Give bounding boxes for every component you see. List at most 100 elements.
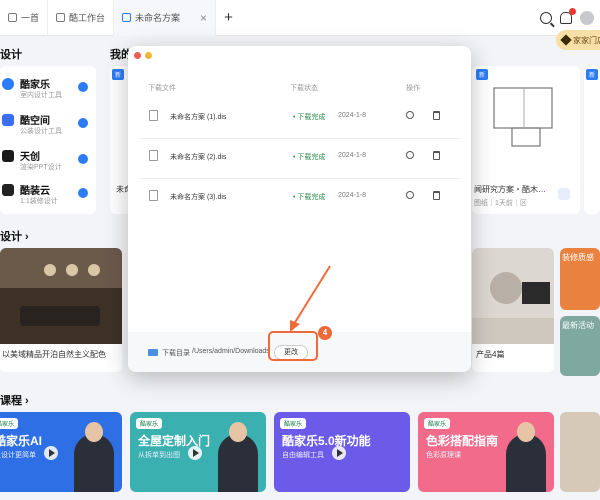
promo-card-top[interactable]: 装修质感 [560,248,600,310]
search-icon[interactable] [540,12,552,24]
window-close-button[interactable] [134,52,141,59]
file-name: 未命名方案 (1).dis [170,114,227,121]
column-header-file: 下载文件 [148,85,176,92]
tianchuang-logo-icon [2,150,14,162]
folder-icon [148,349,158,356]
tool-name: 酷家乐 [20,80,50,91]
course-title: 酷家乐AI [0,434,43,448]
kuzhuangyun-logo-icon [2,184,14,196]
inspiration-caption: 以美域精品开泊自然主义配色 [2,350,106,359]
download-time: 2024-1-8 [338,112,367,119]
download-time: 2024-1-8 [338,152,367,159]
download-status: • 下载完成 [293,114,326,121]
trash-icon[interactable] [433,111,440,120]
course-card-3[interactable]: 酷家乐 酷家乐5.0新功能 自由编辑工具 [274,412,410,492]
file-name: 未命名方案 (2).dis [170,154,227,161]
floorplan-thumbnail [493,87,553,147]
inspiration-card-living-room[interactable]: 以美域精品开泊自然主义配色 [0,248,122,372]
tab-label: 未命名方案 [135,13,181,23]
course-title: 酷家乐5.0新功能 [282,434,371,448]
document-icon [122,13,132,22]
column-header-action: 操作 [406,85,420,92]
design-card-meta: 图纸｜1天前｜区 [474,200,527,207]
trash-icon[interactable] [433,191,440,200]
tool-item-tianchuang[interactable]: 天创 渲染PPT设计 [0,144,96,178]
avatar[interactable] [580,11,594,25]
add-tab-button[interactable]: + [224,9,233,26]
promo-text: 最新活动 [562,321,594,330]
course-badge: 酷家乐 [424,418,451,429]
download-status: • 下载完成 [293,154,326,161]
courses-heading[interactable]: 课程 › [0,392,29,408]
vip-badge[interactable]: 家家门店 [556,30,600,50]
presenter-image [74,422,114,492]
tool-item-kuzhuangyun[interactable]: 酷装云 1:1装修设计 [0,178,96,212]
course-badge: 酷家乐 [136,418,163,429]
file-icon [149,190,158,201]
design-tools-panel: 酷家乐 室内设计工具 酷空间 公装设计工具 天创 渲染PPT设计 酷装云 1:1… [0,66,96,214]
download-time: 2024-1-8 [338,192,367,199]
notification-dot [569,8,576,15]
file-name: 未命名方案 (3).dis [170,194,227,201]
tab-workbench[interactable]: 酷工作台 [48,0,115,36]
search-icon[interactable] [406,151,414,159]
living-room-image [0,248,122,344]
tab-label: 酷工作台 [69,13,106,23]
close-icon[interactable]: × [200,11,207,25]
course-badge: 酷家乐 [280,418,307,429]
inspiration-card-modern[interactable]: 产品4篇 [472,248,554,372]
presenter-image [506,422,546,492]
course-card-4[interactable]: 酷家乐 色彩搭配指南 色彩原理课 [418,412,554,492]
download-dir-label: 下载目录 [162,350,190,357]
course-title: 色彩搭配指南 [426,434,499,448]
play-icon[interactable] [188,446,202,460]
download-row: 未命名方案 (2).dis • 下载完成 2024-1-8 [138,138,458,178]
design-card-floorplan[interactable]: 新 闻研究方案・酷木… 图纸｜1天前｜区 [472,66,580,214]
annotation-step-number: 4 [318,326,332,340]
promo-card-bottom[interactable]: 最新活动 [560,316,600,376]
window-minimize-button[interactable] [145,52,152,59]
arrow-right-icon[interactable] [78,118,88,128]
modern-room-image [472,248,554,344]
tool-item-kukongjian[interactable]: 酷空间 公装设计工具 [0,108,96,142]
download-row: 未命名方案 (1).dis • 下载完成 2024-1-8 [138,98,458,138]
search-icon[interactable] [406,191,414,199]
tool-desc: 渲染PPT设计 [20,164,62,171]
bell-icon[interactable] [560,8,576,24]
crown-icon [560,34,572,46]
tab-label: 一首 [21,13,40,23]
annotation-highlight-box [268,331,318,361]
course-subtitle: 让设计更简单 [0,452,36,459]
course-card-1[interactable]: 酷家乐 酷家乐AI 让设计更简单 [0,412,122,492]
arrow-right-icon[interactable] [78,154,88,164]
tab-home[interactable]: 一首 [0,0,49,36]
arrow-right-icon[interactable] [78,188,88,198]
tool-desc: 室内设计工具 [20,92,62,99]
vip-label: 家家门店 [573,35,600,45]
tab-bar: 一首 酷工作台 未命名方案 × + [0,0,600,36]
trash-icon[interactable] [433,151,440,160]
file-icon [149,150,158,161]
design-tools-heading: 设计 [0,49,22,61]
course-card-5[interactable] [560,412,600,492]
promo-text: 装修质感 [562,253,594,262]
recommend-heading[interactable]: 设计 › [0,228,29,244]
tool-item-kujiale[interactable]: 酷家乐 室内设计工具 [0,72,96,106]
workbench-icon [56,13,66,22]
presenter-image [218,422,258,492]
inspiration-caption: 产品4篇 [476,350,505,359]
play-icon[interactable] [44,446,58,460]
course-card-2[interactable]: 酷家乐 全屋定制入门 从拆单到出图 [130,412,266,492]
kukongjian-logo-icon [2,114,14,126]
course-badge: 酷家乐 [0,418,19,429]
tab-untitled-design[interactable]: 未命名方案 × [114,0,217,36]
arrow-right-icon[interactable] [78,82,88,92]
search-icon[interactable] [406,111,414,119]
file-icon [149,110,158,121]
new-tag: 新 [112,69,125,80]
arrow-right-icon[interactable] [558,188,570,200]
kujiale-logo-icon [2,78,14,90]
design-card-right[interactable]: 新 [584,66,600,214]
play-icon[interactable] [332,446,346,460]
download-dir-path: /Users/admin/Downloads [192,348,270,355]
